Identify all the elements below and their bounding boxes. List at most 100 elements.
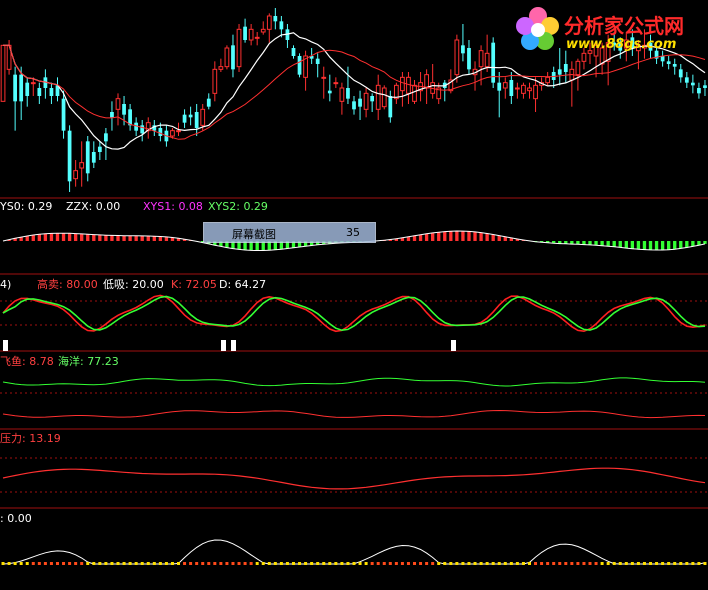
signal-dot xyxy=(243,562,247,565)
candle-body xyxy=(110,112,114,118)
buy-signal-mark xyxy=(451,340,456,351)
signal-dot xyxy=(491,562,495,565)
candle-body xyxy=(266,15,272,30)
signal-dot xyxy=(388,562,392,565)
legend-k: K: 72.05 xyxy=(171,278,217,291)
candle-body xyxy=(170,130,175,137)
candle-body xyxy=(502,82,508,89)
signal-dot xyxy=(134,562,138,565)
flower-icon xyxy=(516,7,559,50)
signal-dot xyxy=(612,562,616,565)
yali-line xyxy=(2,467,706,490)
candle-body xyxy=(703,85,707,88)
candle-body xyxy=(73,170,79,180)
candle-body xyxy=(25,82,30,96)
signal-dot xyxy=(515,562,519,565)
screenshot-tooltip: 屏幕截图 35 xyxy=(203,222,376,243)
signal-dot xyxy=(703,562,707,565)
signal-dot xyxy=(479,562,483,565)
signal-dot xyxy=(74,562,78,565)
signal-dot xyxy=(564,562,568,565)
signal-dot xyxy=(19,562,23,565)
candle-body xyxy=(182,114,187,123)
legend-param: 4) xyxy=(0,278,12,291)
signal-dot xyxy=(80,562,84,565)
candle-body xyxy=(236,28,242,68)
signal-dot xyxy=(449,562,453,565)
signal-dot xyxy=(86,562,90,565)
candle-body xyxy=(206,98,211,107)
signal-dot xyxy=(352,562,356,565)
candle-body xyxy=(194,112,199,128)
signal-dot xyxy=(370,562,374,565)
signal-dot xyxy=(291,562,295,565)
candle-body xyxy=(375,84,381,110)
signal-dot xyxy=(642,562,646,565)
signal-dot xyxy=(400,562,404,565)
signal-dot xyxy=(201,562,205,565)
signal-dot xyxy=(509,562,513,565)
signal-dot xyxy=(31,562,35,565)
signal-dot xyxy=(485,562,489,565)
candle-body xyxy=(291,48,296,56)
signal-dot xyxy=(13,562,17,565)
signal-dot xyxy=(177,562,181,565)
signal-dot xyxy=(49,562,53,565)
candle-body xyxy=(358,98,362,107)
signal-dot xyxy=(588,562,592,565)
candle-body xyxy=(176,130,181,133)
legend-bottom: : 0.00 xyxy=(0,512,32,525)
signal-dot xyxy=(158,562,162,565)
d-line xyxy=(2,295,706,332)
signal-dot xyxy=(624,562,628,565)
candle-body xyxy=(509,80,514,96)
signal-dot xyxy=(249,562,253,565)
watermark-title: 分析家公式网 xyxy=(564,14,684,38)
signal-dot xyxy=(328,562,332,565)
candle-body xyxy=(279,21,284,30)
candle-body xyxy=(85,141,90,174)
signal-dot xyxy=(285,562,289,565)
signal-dot xyxy=(473,562,477,565)
candle-body xyxy=(678,69,683,78)
signal-dot xyxy=(461,562,465,565)
signal-dot xyxy=(685,562,689,565)
legend-haiyang: 海洋: 77.23 xyxy=(58,355,119,368)
signal-dot xyxy=(25,562,29,565)
candle-body xyxy=(557,69,562,75)
candle-body xyxy=(467,48,471,70)
signal-dot xyxy=(467,562,471,565)
signal-dot xyxy=(128,562,132,565)
signal-dot xyxy=(521,562,525,565)
candle-body xyxy=(273,16,278,22)
legend-ys0: YS0: 0.29 xyxy=(0,200,53,213)
candle-body xyxy=(248,28,254,41)
candle-body xyxy=(333,82,339,85)
candle-body xyxy=(79,162,85,169)
candle-body xyxy=(454,39,460,76)
candle-body xyxy=(412,84,417,102)
signal-dot xyxy=(419,562,423,565)
signal-dot xyxy=(310,562,314,565)
candle-body xyxy=(19,74,24,102)
candle-body xyxy=(388,96,393,118)
signal-dot xyxy=(267,562,271,565)
candle-body xyxy=(260,28,266,33)
signal-dot xyxy=(376,562,380,565)
candle-body xyxy=(315,58,320,64)
signal-dot xyxy=(497,562,501,565)
signal-dot xyxy=(534,562,538,565)
signal-dot xyxy=(279,562,283,565)
candle-body xyxy=(697,88,701,94)
signal-dot xyxy=(630,562,634,565)
candle-body xyxy=(188,114,193,118)
signal-dot xyxy=(43,562,47,565)
feiyu-line xyxy=(2,409,706,419)
signal-dot xyxy=(104,562,108,565)
signal-dot xyxy=(55,562,59,565)
signal-dot xyxy=(164,562,168,565)
signal-dot xyxy=(655,562,659,565)
candle-body xyxy=(545,76,551,84)
signal-dot xyxy=(37,562,41,565)
signal-dot xyxy=(600,562,604,565)
